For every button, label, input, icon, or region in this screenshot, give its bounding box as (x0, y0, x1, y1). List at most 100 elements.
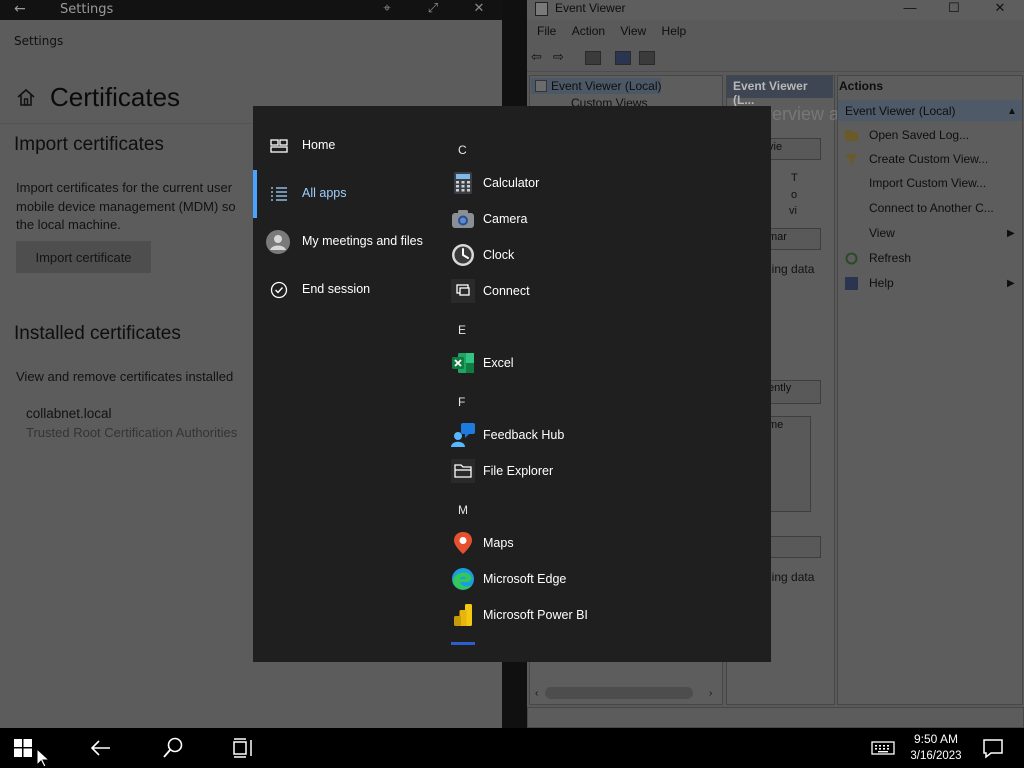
edge-icon (452, 568, 474, 590)
app-maps[interactable]: Maps (443, 526, 763, 562)
app-feedback-hub-label: Feedback Hub (483, 428, 565, 442)
home-icon (17, 88, 35, 106)
action-import-custom-view[interactable]: Import Custom View... (869, 176, 986, 190)
folder-icon (845, 130, 858, 141)
menu-action[interactable]: Action (572, 24, 605, 38)
app-microsoft-power-bi[interactable]: Microsoft Power BI (443, 598, 763, 634)
scroll-right-icon[interactable]: › (709, 688, 712, 699)
page-title: Certificates (50, 82, 181, 112)
back-arrow-icon[interactable] (88, 736, 114, 760)
toolbar-forward-icon[interactable]: ⇨ (553, 49, 569, 64)
home-tiles-icon (270, 139, 288, 153)
overview-box-2: mar (763, 228, 821, 250)
event-viewer-app-icon (535, 2, 548, 16)
app-microsoft-power-bi-label: Microsoft Power BI (483, 608, 588, 622)
app-calculator[interactable]: Calculator (443, 166, 763, 202)
action-connect-another[interactable]: Connect to Another C... (869, 201, 994, 215)
col-t: T (791, 172, 798, 184)
event-viewer-toolbar: ⇦ ⇨ (527, 46, 1024, 72)
menu-file[interactable]: File (537, 24, 556, 38)
scroll-left-icon[interactable]: ‹ (535, 688, 538, 699)
import-desc-line1: Import certificates for the current user (16, 180, 233, 195)
toolbar-help-icon[interactable] (615, 51, 631, 65)
nav-home[interactable]: Home (253, 126, 443, 166)
file-explorer-icon (451, 459, 475, 483)
action-open-saved-log[interactable]: Open Saved Log... (869, 128, 969, 142)
group-letter-f[interactable]: F (458, 395, 465, 409)
group-letter-e[interactable]: E (458, 323, 466, 337)
app-camera[interactable]: Camera (443, 202, 763, 238)
menu-view[interactable]: View (620, 24, 646, 38)
back-arrow-icon[interactable]: ← (14, 1, 26, 17)
app-excel[interactable]: Excel (443, 346, 763, 382)
list-icon (271, 187, 287, 201)
actions-title: Actions (839, 79, 884, 93)
toolbar-back-icon[interactable]: ⇦ (531, 49, 547, 64)
tray-time[interactable]: 9:50 AM (906, 732, 966, 746)
import-heading: Import certificates (14, 134, 164, 155)
feedback-hub-icon (451, 423, 475, 447)
app-maps-label: Maps (483, 536, 514, 550)
windows-start-icon[interactable] (14, 739, 32, 757)
event-viewer-menubar: File Action View Help (527, 24, 688, 42)
maps-icon (454, 532, 472, 554)
expand-icon[interactable]: ⤢ (410, 0, 456, 20)
overview-title: verview a (763, 104, 840, 124)
avatar-icon (266, 230, 290, 254)
camera-icon (452, 210, 474, 228)
calculator-icon (454, 172, 472, 194)
connect-icon (451, 279, 475, 303)
tray-date[interactable]: 3/16/2023 (906, 750, 966, 762)
task-view-icon[interactable] (230, 736, 256, 760)
checkmark-circle-icon (270, 281, 288, 299)
minimize-icon[interactable]: — (888, 0, 932, 20)
event-viewer-titlebar: Event Viewer — ☐ ✕ (527, 0, 1024, 20)
taskbar (0, 728, 1024, 768)
action-refresh[interactable]: Refresh (869, 251, 911, 265)
app-connect[interactable]: Connect (443, 274, 763, 310)
tree-hscroll[interactable] (545, 687, 693, 699)
filter-icon (845, 154, 858, 165)
search-icon[interactable] (160, 736, 186, 760)
collapse-arrow-icon[interactable]: ▲ (1007, 106, 1017, 117)
maximize-icon[interactable]: ☐ (932, 0, 976, 20)
refresh-icon (845, 252, 858, 265)
nav-home-label: Home (302, 138, 336, 152)
toolbar-panel-icon[interactable] (639, 51, 655, 65)
desktop: ← Settings ⌖ ⤢ ✕ Settings Certificates I… (0, 0, 1024, 728)
close-icon[interactable]: ✕ (978, 0, 1022, 20)
submenu-arrow-icon: ▶ (1007, 278, 1015, 289)
group-letter-c[interactable]: C (458, 143, 467, 157)
app-camera-label: Camera (483, 212, 528, 226)
mouse-cursor-icon (36, 748, 51, 768)
app-microsoft-edge-label: Microsoft Edge (483, 572, 567, 586)
action-help[interactable]: Help (869, 276, 894, 290)
ghost-text-3: ding data (765, 262, 815, 276)
notification-icon[interactable] (980, 736, 1006, 760)
computer-icon (535, 80, 547, 92)
nav-end-session[interactable]: End session (253, 270, 443, 310)
installed-heading: Installed certificates (14, 323, 181, 344)
import-certificate-button[interactable]: Import certificate (16, 241, 151, 273)
pin-icon[interactable]: ⌖ (364, 0, 410, 20)
nav-all-apps[interactable]: All apps (253, 174, 443, 214)
app-clock[interactable]: Clock (443, 238, 763, 274)
import-desc-line3: the local machine. (16, 217, 121, 232)
tree-root-item[interactable]: Event Viewer (Local) (551, 79, 662, 93)
group-letter-m[interactable]: M (458, 503, 468, 517)
menu-help[interactable]: Help (662, 24, 687, 38)
keyboard-icon[interactable] (870, 736, 896, 760)
app-microsoft-edge[interactable]: Microsoft Edge (443, 562, 763, 598)
actions-section-label: Event Viewer (Local) (845, 104, 956, 118)
action-view[interactable]: View (869, 226, 895, 240)
app-file-explorer[interactable]: File Explorer (443, 454, 763, 490)
action-create-custom-view[interactable]: Create Custom View... (869, 152, 988, 166)
app-feedback-hub[interactable]: Feedback Hub (443, 418, 763, 454)
cert-store: Trusted Root Certification Authorities (26, 425, 238, 440)
col-vi: vi (789, 205, 797, 217)
cert-name[interactable]: collabnet.local (26, 404, 112, 423)
close-icon[interactable]: ✕ (456, 0, 502, 20)
nav-my-meetings[interactable]: My meetings and files (253, 222, 443, 262)
toolbar-show-tree-icon[interactable] (585, 51, 601, 65)
installed-desc: View and remove certificates installed (16, 369, 234, 384)
